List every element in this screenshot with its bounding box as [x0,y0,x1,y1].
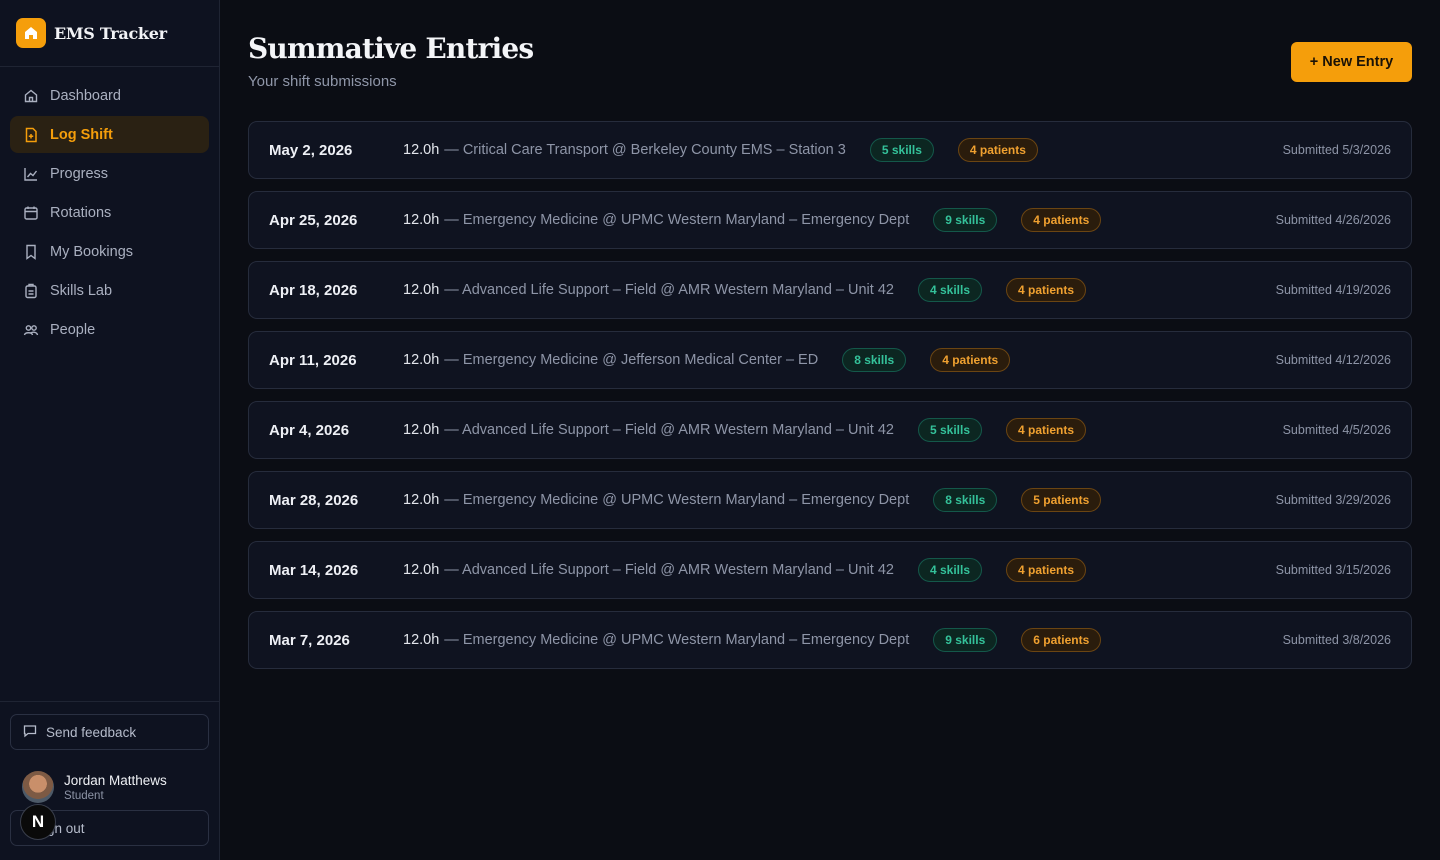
users-icon [23,322,39,338]
sidebar-item-label: Log Shift [50,126,113,143]
entry-row[interactable]: Apr 4, 2026 12.0h — Advanced Life Suppor… [248,401,1412,459]
entry-date: May 2, 2026 [269,141,353,159]
sidebar-item-progress[interactable]: Progress [10,155,209,192]
home-icon [23,88,39,104]
entry-description: — Emergency Medicine @ Jefferson Medical… [444,352,819,368]
brand[interactable]: EMS Tracker [0,0,219,67]
user-profile[interactable]: Jordan Matthews Student [10,750,209,810]
entry-description: — Emergency Medicine @ UPMC Western Mary… [444,212,910,228]
entry-description: — Advanced Life Support – Field @ AMR We… [444,282,894,298]
page-title: Summative Entries [248,32,534,65]
sidebar-item-my-bookings[interactable]: My Bookings [10,233,209,270]
entry-row[interactable]: Mar 7, 2026 12.0h — Emergency Medicine @… [248,611,1412,669]
entry-row[interactable]: Mar 14, 2026 12.0h — Advanced Life Suppo… [248,541,1412,599]
skills-badge: 9 skills [933,628,998,652]
entry-description: — Emergency Medicine @ UPMC Western Mary… [444,632,910,648]
chart-line-icon [23,166,39,182]
entry-hours: 12.0h [403,352,440,368]
sidebar-item-dashboard[interactable]: Dashboard [10,77,209,114]
send-feedback-button[interactable]: Send feedback [10,714,209,750]
entry-date: Apr 4, 2026 [269,421,350,439]
sidebar-item-label: People [50,321,96,338]
entry-row[interactable]: Apr 25, 2026 12.0h — Emergency Medicine … [248,191,1412,249]
sidebar-item-people[interactable]: People [10,311,209,348]
skills-badge: 4 skills [917,278,982,302]
skills-badge: 5 skills [917,418,982,442]
sidebar-item-label: Rotations [50,204,112,221]
sidebar-item-rotations[interactable]: Rotations [10,194,209,231]
entry-submitted: Submitted 4/12/2026 [1275,353,1391,367]
message-square-icon [23,724,37,741]
app-name: EMS Tracker [54,23,167,43]
skills-badge: 9 skills [933,208,998,232]
patients-badge: 4 patients [1006,418,1087,442]
entry-hours: 12.0h [403,492,440,508]
entry-submitted: Submitted 5/3/2026 [1282,143,1391,157]
entry-submitted: Submitted 4/5/2026 [1282,423,1391,437]
entry-description: — Advanced Life Support – Field @ AMR We… [444,562,894,578]
entry-hours: 12.0h [403,282,440,298]
patients-badge: 5 patients [1021,488,1102,512]
send-feedback-label: Send feedback [46,724,137,740]
sidebar-item-label: Progress [50,165,109,182]
dev-tools-badge[interactable]: N [20,804,56,840]
skills-badge: 8 skills [933,488,998,512]
entries-list: May 2, 2026 12.0h — Critical Care Transp… [248,121,1412,681]
entry-date: Mar 7, 2026 [269,631,350,649]
entry-submitted: Submitted 4/19/2026 [1275,283,1391,297]
patients-badge: 4 patients [1006,278,1087,302]
file-plus-icon [23,127,39,143]
entry-submitted: Submitted 3/15/2026 [1275,563,1391,577]
entry-date: Apr 25, 2026 [269,211,358,229]
sidebar-item-skills-lab[interactable]: Skills Lab [10,272,209,309]
user-name: Jordan Matthews [64,772,167,788]
entry-hours: 12.0h [403,562,440,578]
new-entry-button[interactable]: + New Entry [1291,42,1412,82]
entry-hours: 12.0h [403,212,440,228]
entry-submitted: Submitted 4/26/2026 [1275,213,1391,227]
patients-badge: 4 patients [957,138,1038,162]
patients-badge: 4 patients [930,348,1011,372]
entry-description: — Emergency Medicine @ UPMC Western Mary… [444,492,910,508]
avatar [22,771,54,803]
bookmark-icon [23,244,39,260]
entry-hours: 12.0h [403,142,440,158]
patients-badge: 4 patients [1021,208,1102,232]
entry-description: — Critical Care Transport @ Berkeley Cou… [444,142,846,158]
user-role: Student [64,789,104,802]
entry-row[interactable]: Mar 28, 2026 12.0h — Emergency Medicine … [248,471,1412,529]
skills-badge: 4 skills [917,558,982,582]
calendar-icon [23,205,39,221]
entry-row[interactable]: Apr 18, 2026 12.0h — Advanced Life Suppo… [248,261,1412,319]
entry-row[interactable]: May 2, 2026 12.0h — Critical Care Transp… [248,121,1412,179]
patients-badge: 4 patients [1006,558,1087,582]
clipboard-icon [23,283,39,299]
skills-badge: 5 skills [869,138,934,162]
entry-submitted: Submitted 3/29/2026 [1275,493,1391,507]
entry-date: Mar 14, 2026 [269,561,359,579]
entry-submitted: Submitted 3/8/2026 [1282,633,1391,647]
entry-date: Mar 28, 2026 [269,491,359,509]
sidebar-nav: Dashboard Log Shift Progress Rotations M… [0,67,219,348]
home-logo-icon [16,18,46,48]
sidebar: EMS Tracker Dashboard Log Shift Progress… [0,0,220,860]
entry-date: Apr 18, 2026 [269,281,358,299]
sidebar-item-label: My Bookings [50,243,134,260]
sidebar-item-label: Dashboard [50,87,121,104]
entry-hours: 12.0h [403,422,440,438]
sidebar-item-log-shift[interactable]: Log Shift [10,116,209,153]
entry-row[interactable]: Apr 11, 2026 12.0h — Emergency Medicine … [248,331,1412,389]
page-subtitle: Your shift submissions [248,73,397,90]
patients-badge: 6 patients [1021,628,1102,652]
entry-description: — Advanced Life Support – Field @ AMR We… [444,422,894,438]
skills-badge: 8 skills [842,348,907,372]
sidebar-item-label: Skills Lab [50,282,113,299]
entry-hours: 12.0h [403,632,440,648]
entry-date: Apr 11, 2026 [269,351,357,369]
